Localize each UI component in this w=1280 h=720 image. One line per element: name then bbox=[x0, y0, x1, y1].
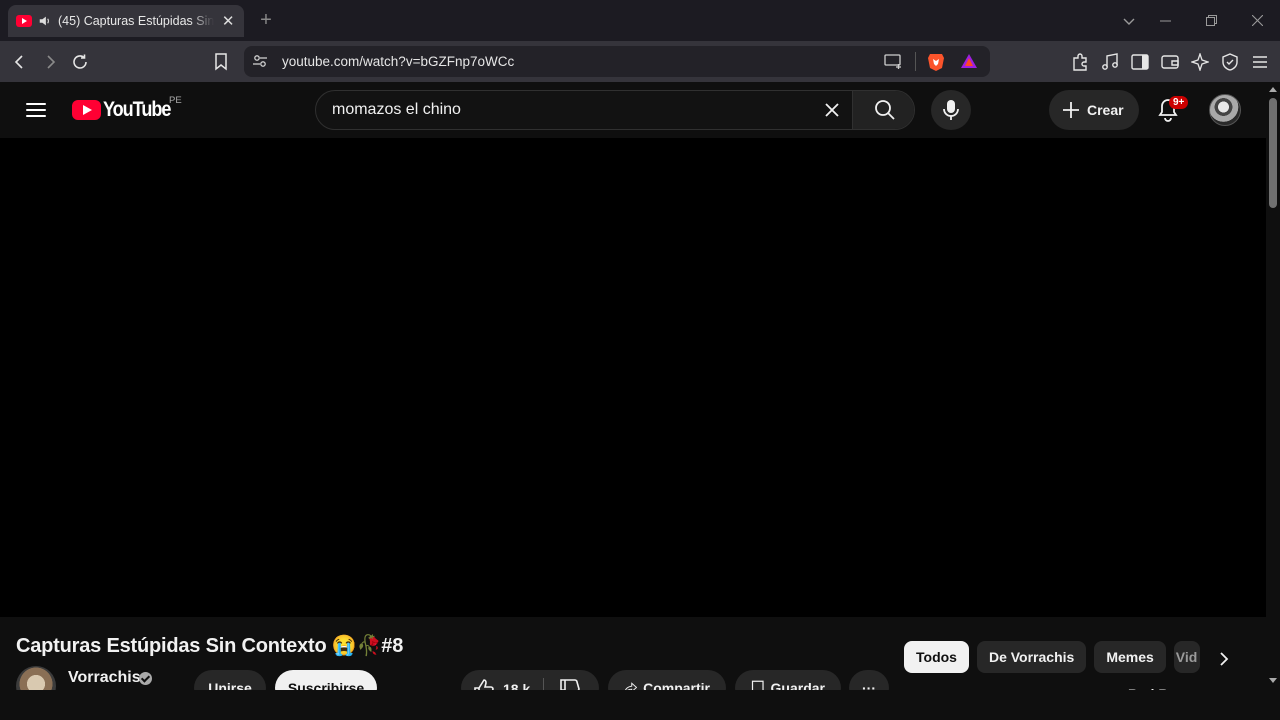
back-icon[interactable] bbox=[8, 50, 32, 74]
browser-toolbar: youtube.com/watch?v=bGZFnp7oWCc bbox=[0, 41, 1280, 82]
create-button[interactable]: Crear bbox=[1049, 90, 1139, 130]
reload-icon[interactable] bbox=[68, 50, 92, 74]
channel-name[interactable]: Vorrachis bbox=[68, 669, 141, 687]
cast-icon[interactable] bbox=[884, 53, 902, 74]
guide-menu-icon[interactable] bbox=[22, 96, 50, 124]
brave-shield-icon[interactable] bbox=[927, 52, 945, 77]
tab-title: (45) Capturas Estúpidas Sin Contexto bbox=[58, 14, 215, 28]
related-filter-chips: Todos De Vorrachis Memes Vid bbox=[904, 641, 1200, 673]
forward-icon[interactable] bbox=[38, 50, 62, 74]
youtube-play-icon bbox=[72, 100, 101, 120]
vpn-icon[interactable] bbox=[1218, 50, 1242, 74]
account-avatar[interactable] bbox=[1209, 94, 1241, 126]
extensions-icon[interactable] bbox=[1068, 50, 1092, 74]
close-window-icon[interactable] bbox=[1246, 10, 1268, 32]
country-code: PE bbox=[169, 95, 182, 106]
site-settings-icon[interactable] bbox=[252, 53, 268, 74]
chevron-right-icon[interactable] bbox=[1212, 647, 1236, 671]
media-icon[interactable] bbox=[1098, 50, 1122, 74]
verified-badge-icon bbox=[139, 672, 152, 685]
url-text[interactable]: youtube.com/watch?v=bGZFnp7oWCc bbox=[282, 54, 514, 69]
youtube-masthead: YouTube PE Crear 9+ bbox=[0, 82, 1266, 138]
chip-memes[interactable]: Memes bbox=[1094, 641, 1166, 673]
youtube-favicon-icon bbox=[16, 15, 32, 27]
clear-search-icon[interactable] bbox=[820, 98, 844, 122]
sidebar-icon[interactable] bbox=[1128, 50, 1152, 74]
urlbar-divider bbox=[915, 52, 916, 71]
tab-close-icon[interactable]: ✕ bbox=[220, 12, 236, 30]
scroll-thumb[interactable] bbox=[1269, 98, 1277, 208]
notifications-button[interactable]: 9+ bbox=[1151, 93, 1189, 127]
rewards-icon[interactable] bbox=[960, 53, 978, 74]
page-scrollbar[interactable] bbox=[1266, 82, 1280, 690]
voice-search-button[interactable] bbox=[931, 90, 971, 130]
leo-icon[interactable] bbox=[1188, 50, 1212, 74]
search-icon bbox=[874, 100, 895, 120]
search-button[interactable] bbox=[852, 91, 914, 129]
taskbar-area bbox=[0, 690, 1280, 720]
bookmark-icon[interactable] bbox=[209, 50, 233, 74]
menu-icon[interactable] bbox=[1248, 50, 1272, 74]
chip-todos[interactable]: Todos bbox=[904, 641, 969, 673]
video-title: Capturas Estúpidas Sin Contexto 😭🥀#8 bbox=[16, 635, 404, 657]
youtube-logo[interactable]: YouTube PE bbox=[72, 95, 182, 121]
scroll-up-icon[interactable] bbox=[1269, 87, 1277, 92]
youtube-wordmark: YouTube bbox=[103, 98, 171, 121]
search-box bbox=[315, 90, 915, 130]
audio-playing-icon[interactable] bbox=[38, 14, 52, 28]
wallet-icon[interactable] bbox=[1158, 50, 1182, 74]
scroll-down-icon[interactable] bbox=[1269, 678, 1277, 683]
minimize-window-icon[interactable] bbox=[1154, 10, 1176, 32]
browser-tabstrip: (45) Capturas Estúpidas Sin Contexto ✕ + bbox=[0, 0, 1280, 41]
chip-de-vorrachis[interactable]: De Vorrachis bbox=[976, 641, 1087, 673]
notification-badge: 9+ bbox=[1169, 96, 1189, 109]
create-label: Crear bbox=[1087, 102, 1124, 118]
plus-icon bbox=[1063, 102, 1079, 118]
tab-search-dropdown-icon[interactable] bbox=[1118, 10, 1140, 32]
video-player[interactable] bbox=[0, 138, 1266, 617]
address-bar[interactable]: youtube.com/watch?v=bGZFnp7oWCc bbox=[244, 46, 990, 77]
browser-tab-active[interactable]: (45) Capturas Estúpidas Sin Contexto ✕ bbox=[8, 5, 244, 37]
restore-window-icon[interactable] bbox=[1200, 10, 1222, 32]
search-input[interactable] bbox=[316, 91, 852, 129]
new-tab-button[interactable]: + bbox=[256, 10, 276, 30]
chip-videos[interactable]: Vid bbox=[1173, 641, 1200, 673]
mic-icon bbox=[943, 100, 959, 120]
